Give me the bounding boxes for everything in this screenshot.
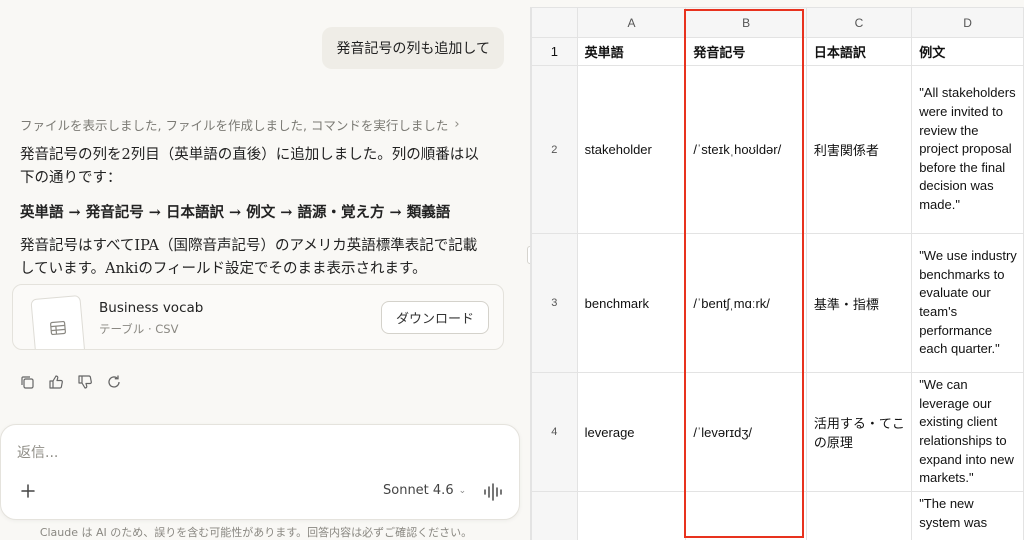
word-cell[interactable]: [576, 491, 687, 540]
table-header-row: 1 英単語 発音記号 日本語訳 例文: [531, 37, 1024, 66]
example-cell[interactable]: "We use industry benchmarks to evaluate …: [911, 233, 1024, 373]
row-number[interactable]: 4: [531, 372, 578, 492]
header-cell-word[interactable]: 英単語: [576, 37, 687, 66]
header-cell-ipa[interactable]: 発音記号: [685, 37, 807, 66]
reply-paragraph: 発音記号はすべてIPA（国際音声記号）のアメリカ英語標準表記で記載しています。A…: [20, 238, 478, 277]
word-cell[interactable]: benchmark: [576, 233, 687, 373]
file-attachment-card[interactable]: Business vocab テーブル · CSV ダウンロード: [12, 284, 504, 350]
plus-icon[interactable]: [19, 482, 39, 502]
column-order-text: 英単語 → 発音記号 → 日本語訳 → 例文 → 語源・覚え方 → 類義語: [20, 204, 451, 221]
row-number[interactable]: 1: [531, 37, 578, 66]
tool-actions-summary[interactable]: ファイルを表示しました, ファイルを作成しました, コマンドを実行しました ›: [20, 115, 460, 134]
column-header-d[interactable]: D: [911, 7, 1024, 38]
header-cell-example[interactable]: 例文: [911, 37, 1024, 66]
japanese-cell[interactable]: 基準・指標: [805, 233, 913, 373]
message-actions: [18, 373, 123, 391]
word-cell[interactable]: stakeholder: [576, 65, 687, 234]
model-selector[interactable]: Sonnet 4.6 ⌄: [383, 483, 466, 498]
voice-input-icon[interactable]: [482, 482, 504, 502]
column-header-row: A B C D: [531, 7, 1024, 38]
japanese-cell[interactable]: 利害関係者: [805, 65, 913, 234]
file-type: テーブル · CSV: [99, 322, 179, 336]
file-thumbnail: [30, 294, 86, 349]
message-composer: Sonnet 4.6 ⌄: [0, 424, 520, 520]
column-header-c[interactable]: C: [805, 7, 913, 38]
table-row: 4 leverage /ˈlevərɪdʒ/ 活用する・てこの原理 "We ca…: [531, 372, 1024, 492]
row-number[interactable]: 3: [531, 233, 578, 373]
column-header-b[interactable]: B: [685, 7, 807, 38]
header-cell-japanese[interactable]: 日本語訳: [805, 37, 913, 66]
spreadsheet-table: A B C D 1 英単語 発音記号 日本語訳 例文 2 stakeholder…: [531, 7, 1024, 540]
retry-icon[interactable]: [105, 373, 123, 391]
table-icon: [50, 320, 66, 336]
example-cell[interactable]: "The new system was: [911, 491, 1024, 540]
user-message: 発音記号の列も追加して: [322, 27, 504, 69]
file-title: Business vocab: [99, 300, 204, 316]
row-number[interactable]: [531, 491, 578, 540]
tool-actions-text: ファイルを表示しました, ファイルを作成しました, コマンドを実行しました: [20, 118, 449, 133]
ipa-cell[interactable]: /ˈsteɪkˌhoʊldər/: [685, 65, 807, 234]
example-cell[interactable]: "We can leverage our existing client rel…: [911, 372, 1024, 492]
table-row: 3 benchmark /ˈbentʃˌmɑːrk/ 基準・指標 "We use…: [531, 233, 1024, 373]
column-header-a[interactable]: A: [576, 7, 687, 38]
thumbs-up-icon[interactable]: [47, 373, 65, 391]
chevron-right-icon: ›: [454, 117, 460, 132]
disclaimer: Claude は AI のため、誤りを含む可能性があります。回答内容は必ずご確認…: [39, 526, 473, 539]
ipa-cell[interactable]: [685, 491, 807, 540]
model-name: Sonnet 4.6: [383, 483, 454, 498]
japanese-cell[interactable]: 活用する・てこの原理: [805, 372, 913, 492]
ipa-cell[interactable]: /ˈbentʃˌmɑːrk/: [685, 233, 807, 373]
chevron-down-icon: ⌄: [458, 485, 467, 496]
corner-cell[interactable]: [531, 7, 578, 38]
ipa-cell[interactable]: /ˈlevərɪdʒ/: [685, 372, 807, 492]
japanese-cell[interactable]: [805, 491, 913, 540]
copy-icon[interactable]: [18, 373, 36, 391]
chat-panel: 発音記号の列も追加して ファイルを表示しました, ファイルを作成しました, コマ…: [0, 0, 528, 540]
reply-input[interactable]: [17, 445, 417, 461]
assistant-reply: 発音記号の列を2列目（英単語の直後）に追加しました。列の順番は以下の通りです： …: [20, 144, 490, 292]
row-number[interactable]: 2: [531, 65, 578, 234]
table-row: "The new system was: [531, 491, 1024, 540]
table-row: 2 stakeholder /ˈsteɪkˌhoʊldər/ 利害関係者 "Al…: [531, 65, 1024, 234]
download-button[interactable]: ダウンロード: [381, 301, 489, 334]
word-cell[interactable]: leverage: [576, 372, 687, 492]
example-cell[interactable]: "All stakeholders were invited to review…: [911, 65, 1024, 234]
thumbs-down-icon[interactable]: [76, 373, 94, 391]
spreadsheet-preview: A B C D 1 英単語 発音記号 日本語訳 例文 2 stakeholder…: [530, 7, 1024, 540]
reply-paragraph: 発音記号の列を2列目（英単語の直後）に追加しました。列の順番は以下の通りです：: [20, 147, 479, 186]
